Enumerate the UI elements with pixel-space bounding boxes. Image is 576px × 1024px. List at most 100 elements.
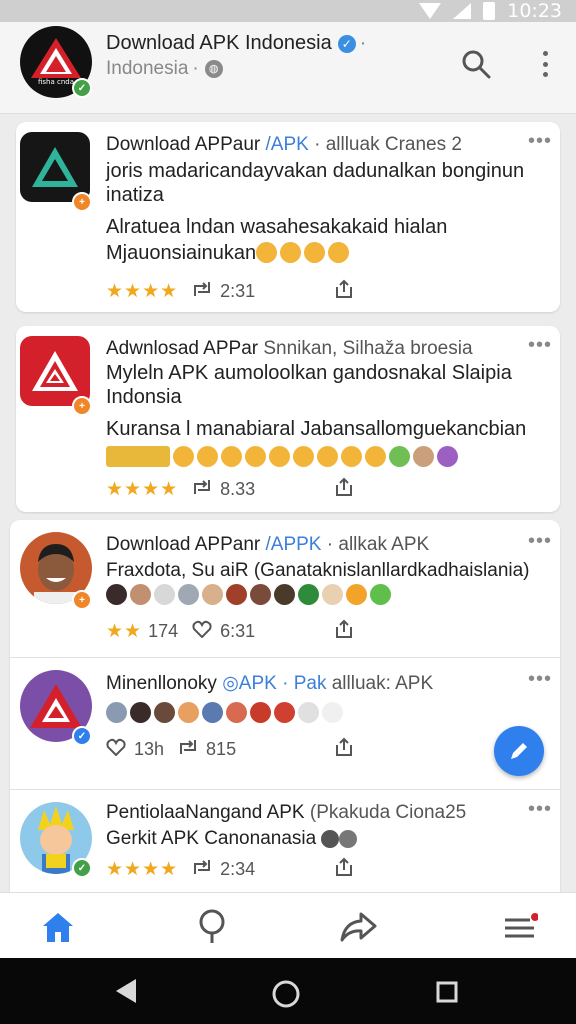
wifi-icon bbox=[419, 3, 442, 19]
badge-icon: + bbox=[72, 590, 92, 610]
triangle-logo-icon bbox=[32, 351, 78, 391]
emoji-icon bbox=[298, 702, 319, 723]
nav-home[interactable] bbox=[38, 907, 78, 947]
post-author: Adwnlosad APPar bbox=[106, 338, 259, 359]
channel-avatar[interactable]: fisha cnda ✓ bbox=[20, 26, 92, 98]
post-avatar[interactable]: + bbox=[20, 132, 92, 212]
post-text-span: Mjauonsiainukan bbox=[106, 242, 257, 264]
share-icon[interactable] bbox=[334, 857, 354, 882]
post-item[interactable]: ✓ Minenllonoky ◎APK · Pak allluak: APK •… bbox=[10, 658, 560, 790]
post-more-button[interactable]: ••• bbox=[528, 130, 552, 153]
nav-share[interactable] bbox=[338, 907, 378, 947]
emoji-icon bbox=[226, 702, 247, 723]
battery-icon bbox=[483, 2, 496, 20]
channel-title[interactable]: Download APK Indonesia ✓ · bbox=[106, 32, 366, 55]
menu-icon bbox=[505, 913, 538, 938]
post-avatar[interactable]: ✓ bbox=[20, 802, 92, 878]
post-more-button[interactable]: ••• bbox=[528, 668, 552, 691]
status-bar: 10:23 bbox=[0, 0, 576, 22]
heart-icon[interactable] bbox=[106, 738, 126, 761]
post-title[interactable]: Download APPanr /APPK · allkak APK bbox=[106, 534, 429, 556]
post-card[interactable]: + Adwnlosad APPar Snnikan, Silhaža broes… bbox=[16, 326, 560, 512]
more-dot bbox=[542, 61, 548, 67]
home-system-button[interactable] bbox=[272, 980, 300, 1013]
circle-home-icon bbox=[272, 980, 300, 1008]
compose-button[interactable] bbox=[494, 726, 544, 776]
emoji-icon bbox=[280, 242, 301, 263]
post-title[interactable]: PentiolaaNangand APK (Pkakuda Ciona25 bbox=[106, 802, 466, 824]
post-item[interactable]: + Download APPanr /APPK · allkak APK •••… bbox=[10, 520, 560, 658]
emoji-icon bbox=[341, 446, 362, 467]
emoji-icon bbox=[197, 446, 218, 467]
emoji-icon bbox=[245, 446, 266, 467]
post-title[interactable]: Adwnlosad APPar Snnikan, Silhaža broesia bbox=[106, 338, 473, 360]
triangle-logo-icon bbox=[32, 147, 78, 187]
emoji-icon bbox=[269, 446, 290, 467]
repost-count: 8.33 bbox=[220, 479, 256, 499]
post-list-card: + Download APPanr /APPK · allkak APK •••… bbox=[10, 520, 560, 892]
post-text-line: inatiza bbox=[106, 184, 164, 206]
post-author: Download APPaur bbox=[106, 134, 261, 155]
online-badge-icon: ✓ bbox=[72, 78, 92, 98]
search-icon bbox=[462, 50, 491, 79]
post-title[interactable]: Minenllonoky ◎APK · Pak allluak: APK bbox=[106, 672, 433, 695]
post-author: PentiolaaNangand APK bbox=[106, 802, 305, 823]
channel-subtitle-text: Indonesia bbox=[106, 58, 189, 79]
search-icon bbox=[199, 909, 225, 943]
rating-stars: ★★★★ bbox=[106, 281, 179, 302]
like-count: 6:31 bbox=[220, 621, 256, 641]
more-options-button[interactable] bbox=[534, 48, 556, 80]
post-text-line: Fraxdota, Su aiR (Ganataknislanllardkadh… bbox=[106, 560, 530, 581]
emoji-icon bbox=[339, 829, 358, 848]
post-item[interactable]: ✓ PentiolaaNangand APK (Pkakuda Ciona25 … bbox=[10, 790, 560, 892]
post-avatar[interactable]: + bbox=[20, 532, 92, 610]
nav-search[interactable] bbox=[192, 907, 232, 947]
post-avatar[interactable]: ✓ bbox=[20, 670, 92, 746]
repost-icon[interactable] bbox=[178, 738, 198, 761]
post-more-button[interactable]: ••• bbox=[528, 798, 552, 821]
post-more-button[interactable]: ••• bbox=[528, 334, 552, 357]
emoji-icon bbox=[328, 242, 349, 263]
post-meta: · allluak Cranes 2 bbox=[314, 134, 462, 155]
nav-menu[interactable] bbox=[500, 907, 540, 947]
heart-icon[interactable] bbox=[192, 620, 212, 643]
back-button[interactable] bbox=[114, 978, 138, 1009]
more-dot bbox=[542, 51, 548, 56]
share-icon[interactable] bbox=[334, 477, 354, 502]
post-avatar[interactable]: + bbox=[20, 336, 92, 416]
emoji-icon bbox=[322, 584, 343, 605]
emoji-icon bbox=[317, 446, 338, 467]
share-icon[interactable] bbox=[334, 279, 354, 304]
emoji-icon bbox=[322, 702, 343, 723]
emoji-icon bbox=[370, 584, 391, 605]
post-more-button[interactable]: ••• bbox=[528, 530, 552, 553]
post-text-line: Gerkit APK Canonanasia bbox=[106, 828, 358, 850]
rating-count: 174 bbox=[148, 621, 179, 641]
emoji-icon bbox=[106, 584, 127, 605]
share-icon[interactable] bbox=[334, 619, 354, 644]
post-author: Download APPanr bbox=[106, 534, 261, 555]
emoji-icon bbox=[437, 446, 458, 467]
channel-title-text: Download APK Indonesia bbox=[106, 32, 332, 54]
emoji-icon bbox=[226, 584, 247, 605]
emoji-icon bbox=[413, 446, 434, 467]
recents-button[interactable] bbox=[436, 981, 458, 1008]
post-title[interactable]: Download APPaur /APK · allluak Cranes 2 bbox=[106, 134, 462, 156]
repost-icon[interactable] bbox=[192, 280, 212, 303]
emoji-icon bbox=[250, 702, 271, 723]
repost-icon[interactable] bbox=[192, 858, 212, 881]
badge-icon: + bbox=[72, 396, 92, 416]
post-card[interactable]: + Download APPaur /APK · allluak Cranes … bbox=[16, 122, 560, 312]
sticker-icon bbox=[106, 446, 170, 467]
repost-icon[interactable] bbox=[192, 478, 212, 501]
emoji-icon bbox=[365, 446, 386, 467]
post-text-span: Gerkit APK Canonanasia bbox=[106, 828, 317, 849]
emoji-icon bbox=[202, 584, 223, 605]
emoji-icon bbox=[106, 702, 127, 723]
search-button[interactable] bbox=[460, 48, 492, 80]
status-time: 10:23 bbox=[507, 0, 562, 22]
post-text-line: Mjauonsiainukan bbox=[106, 242, 256, 265]
share-icon[interactable] bbox=[334, 737, 354, 762]
post-actions: ★★ 174 6:31 bbox=[106, 620, 255, 643]
post-meta: allluak: APK bbox=[331, 673, 434, 694]
